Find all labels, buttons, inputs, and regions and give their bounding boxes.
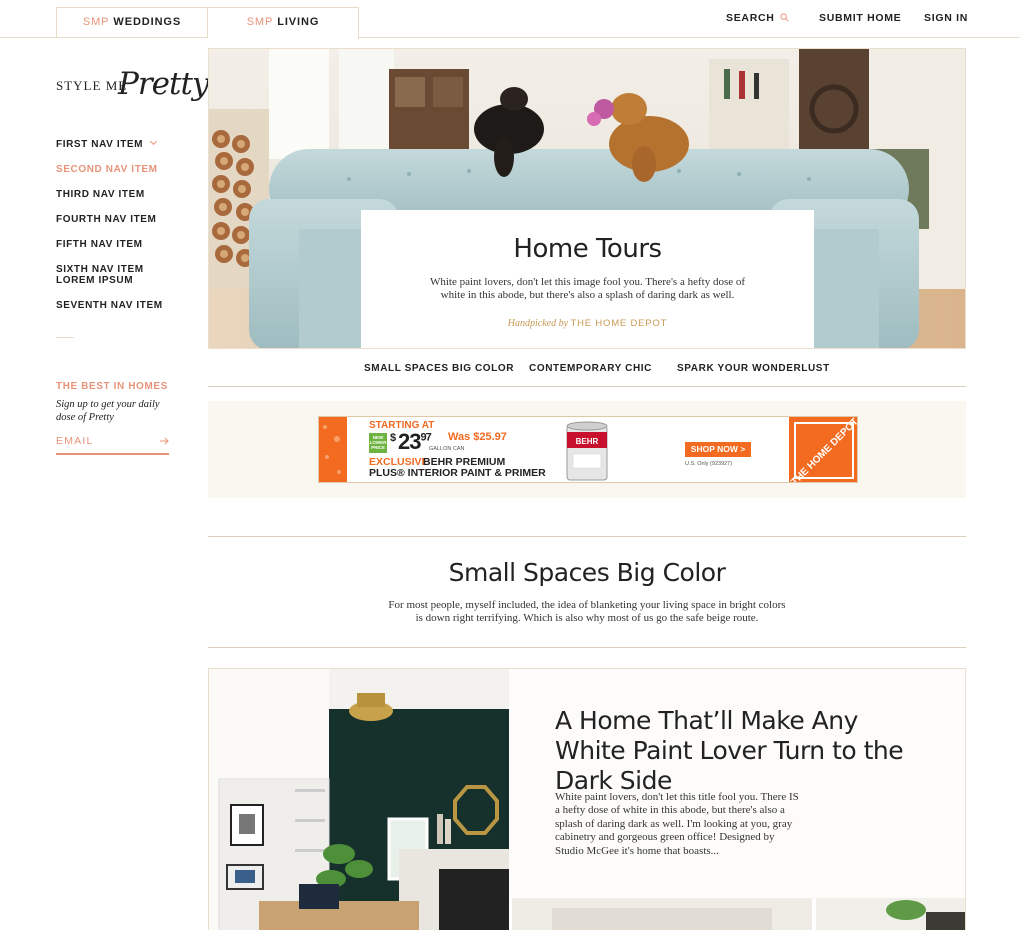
ad-price-whole: 23 <box>398 429 422 454</box>
email-input[interactable] <box>56 435 151 447</box>
article-card[interactable]: A Home That’ll Make Any White Paint Love… <box>208 668 966 930</box>
ad-was-price: Was $25.97 <box>448 431 507 443</box>
arrow-right-icon[interactable] <box>159 436 169 446</box>
newsletter-subtitle: Sign up to get your daily dose of Pretty <box>56 399 160 423</box>
search-icon <box>779 13 789 22</box>
handpicked-label: Handpicked by <box>507 318 569 329</box>
submit-home-link[interactable]: SUBMIT HOME <box>819 12 901 24</box>
top-bar: SMP WEDDINGS SMP LIVING SEARCH SUBMIT HOME… <box>0 0 1020 39</box>
hero-feature[interactable]: Home Tours White paint lovers, don't let… <box>208 48 966 349</box>
article-image <box>209 669 509 930</box>
tab-prefix: SMP <box>82 16 110 28</box>
tab-contemporary-chic[interactable]: CONTEMPORARY CHIC <box>529 363 652 374</box>
paint-texture-icon <box>319 417 347 482</box>
ad-container: STARTING AT NEW LOWER PRICE $ 2397 Was $… <box>208 401 966 498</box>
nav-item-fourth[interactable]: FOURTH NAV ITEM <box>56 214 186 225</box>
ad-price: 2397 <box>398 429 432 455</box>
nav-item-second[interactable]: SECOND NAV ITEM <box>56 164 186 175</box>
ad-unit: GALLON CAN <box>429 446 465 452</box>
search-label: SEARCH <box>726 12 775 24</box>
newsletter-form <box>56 434 169 455</box>
ad-dollar: $ <box>390 432 397 444</box>
sign-in-link[interactable]: SIGN IN <box>924 12 968 24</box>
hero-description: White paint lovers, don't let this image… <box>429 276 746 301</box>
search-button[interactable]: SEARCH <box>726 12 789 24</box>
home-depot-ad[interactable]: STARTING AT NEW LOWER PRICE $ 2397 Was $… <box>318 416 858 483</box>
tab-small-spaces[interactable]: SMALL SPACES BIG COLOR <box>364 363 514 374</box>
logo-text: STYLE ME <box>56 78 128 93</box>
sponsor-name[interactable]: THE HOME DEPOT <box>571 318 668 329</box>
ad-price-cents: 97 <box>420 431 431 444</box>
article-thumbnail[interactable] <box>816 898 966 930</box>
logo-script: Pretty <box>118 66 209 102</box>
shop-now-button[interactable]: SHOP NOW > <box>685 442 751 457</box>
hero-title[interactable]: Home Tours <box>361 234 814 264</box>
article-excerpt: White paint lovers, don't let this title… <box>555 791 799 857</box>
article-title[interactable]: A Home That’ll Make Any White Paint Love… <box>555 706 935 796</box>
article-thumbnail[interactable] <box>512 898 812 930</box>
tab-prefix: SMP <box>246 16 274 28</box>
sidebar-nav: FIRST NAV ITEM SECOND NAV ITEM THIRD NAV… <box>56 137 186 325</box>
ad-disclaimer: U.S. Only (923927) <box>685 461 733 467</box>
nav-item-label: LOREM IPSUM <box>56 275 134 286</box>
newsletter-title: THE BEST IN HOMES <box>56 381 168 392</box>
tab-label: LIVING <box>277 16 320 28</box>
chevron-down-icon <box>150 137 158 146</box>
section-title: Small Spaces Big Color <box>448 558 726 587</box>
site-logo[interactable]: STYLE ME Pretty <box>56 66 209 108</box>
article-text-panel: A Home That’ll Make Any White Paint Love… <box>509 669 965 899</box>
home-depot-logo: THE HOME DEPOT <box>789 417 857 482</box>
tab-spark-wonderlust[interactable]: SPARK YOUR WONDERLUST <box>677 363 830 374</box>
nav-item-first[interactable]: FIRST NAV ITEM <box>56 137 186 150</box>
nav-item-sixth[interactable]: SIXTH NAV ITEM LOREM IPSUM <box>56 264 186 286</box>
ad-new-badge: NEW LOWER PRICE <box>369 433 387 453</box>
section-description: For most people, myself included, the id… <box>388 599 786 624</box>
tab-weddings[interactable]: SMP WEDDINGS <box>56 7 208 38</box>
paint-can-label: BEHR <box>576 437 599 446</box>
tab-living[interactable]: SMP LIVING <box>208 7 359 39</box>
sponsor-credit: Handpicked by THE HOME DEPOT <box>361 318 814 329</box>
paint-can-icon: BEHR <box>566 421 608 481</box>
hero-card: Home Tours White paint lovers, don't let… <box>361 210 814 348</box>
nav-item-label: SIXTH NAV ITEM <box>56 264 144 275</box>
sidebar-divider <box>56 337 74 338</box>
category-tabs: SMALL SPACES BIG COLOR CONTEMPORARY CHIC… <box>208 349 966 387</box>
nav-item-fifth[interactable]: FIFTH NAV ITEM <box>56 239 186 250</box>
ad-product-line: PLUS® INTERIOR PAINT & PRIMER <box>369 467 546 479</box>
tab-label: WEDDINGS <box>113 16 182 28</box>
section-divider <box>208 647 966 648</box>
nav-item-third[interactable]: THIRD NAV ITEM <box>56 189 186 200</box>
section-divider <box>208 536 966 537</box>
nav-item-seventh[interactable]: SEVENTH NAV ITEM <box>56 300 186 311</box>
nav-item-label: FIRST NAV ITEM <box>56 139 144 150</box>
